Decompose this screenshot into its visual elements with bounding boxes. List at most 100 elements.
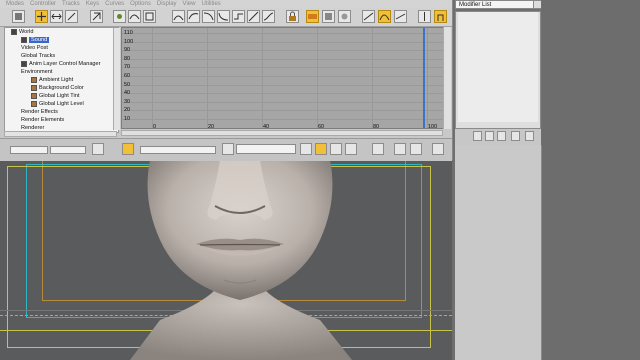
key-field[interactable] xyxy=(10,146,48,154)
tree-item-background-color[interactable]: Background Color xyxy=(31,84,84,92)
tree-item-video-post[interactable]: Video Post xyxy=(21,44,48,52)
tree-item-render-effects[interactable]: Render Effects xyxy=(21,108,58,116)
zoom-values-icon[interactable] xyxy=(345,143,357,155)
selection-set-dropdown[interactable] xyxy=(236,144,296,154)
show-end-result-icon[interactable] xyxy=(485,131,494,141)
modifier-properties xyxy=(455,145,542,360)
zoom-vertical-icon[interactable] xyxy=(330,143,342,155)
hand-pan-icon[interactable] xyxy=(372,143,384,155)
tree-item-global-light-level[interactable]: Global Light Level xyxy=(31,100,84,108)
tangent-step-icon[interactable] xyxy=(232,10,245,23)
menu-item-view[interactable]: View xyxy=(183,0,196,8)
graph-vertical-scrollbar[interactable] xyxy=(443,27,451,129)
controller-tree[interactable]: World Sound Video Post Global Tracks Anim La… xyxy=(4,27,119,133)
tangent-smooth-icon[interactable] xyxy=(262,10,275,23)
graph-horizontal-scrollbar[interactable] xyxy=(121,130,443,136)
x-tick-label: 40 xyxy=(263,124,270,129)
tree-item-sound[interactable]: Sound xyxy=(21,36,50,44)
grid-hline xyxy=(122,67,444,69)
frame-icon[interactable] xyxy=(222,143,234,155)
add-keys-icon[interactable] xyxy=(113,10,126,23)
zoom-icon[interactable] xyxy=(432,143,444,155)
tree-vertical-scrollbar[interactable] xyxy=(113,28,120,130)
lock-selection-icon[interactable] xyxy=(286,10,299,23)
parameter-curve-icon[interactable] xyxy=(378,10,391,23)
tree-item-environment[interactable]: Environment xyxy=(21,68,52,76)
tangent-fast-icon[interactable] xyxy=(202,10,215,23)
menu-item-options[interactable]: Options xyxy=(130,0,151,8)
tree-item-world[interactable]: World xyxy=(11,28,34,36)
move-keys-icon[interactable] xyxy=(35,10,48,23)
grid-vline xyxy=(427,28,428,128)
tree-item-anim-layer-control-manager[interactable]: Anim Layer Control Manager xyxy=(21,60,101,68)
grid-hline xyxy=(122,33,444,34)
value-field[interactable] xyxy=(140,146,216,154)
remove-modifier-icon[interactable] xyxy=(511,131,520,141)
curve-editor-window[interactable]: Modes Controller Tracks Keys Curves Options Di… xyxy=(0,0,453,161)
tangent-auto-icon[interactable] xyxy=(172,10,185,23)
region-tool-icon[interactable] xyxy=(143,10,156,23)
show-tangents-icon[interactable] xyxy=(418,10,431,23)
filters-icon[interactable] xyxy=(12,10,25,23)
configure-sets-icon[interactable] xyxy=(525,131,534,141)
y-tick-label: 100 xyxy=(124,38,134,45)
menu-item-display[interactable]: Display xyxy=(157,0,177,8)
tree-item-label: Render Elements xyxy=(21,117,65,123)
menu-item-modes[interactable]: Modes xyxy=(6,0,24,8)
track-nav-icon[interactable] xyxy=(92,143,104,155)
curve-editor-menubar: Modes Controller Tracks Keys Curves Options Di… xyxy=(0,0,452,8)
chevron-down-icon[interactable] xyxy=(533,1,541,8)
grid-hline xyxy=(122,41,444,43)
x-tick-label: 100 xyxy=(428,124,438,129)
menu-item-keys[interactable]: Keys xyxy=(86,0,99,8)
tree-item-label: World xyxy=(19,29,34,35)
tree-item-global-light-tint[interactable]: Global Light Tint xyxy=(31,92,79,100)
show-keyable-icon[interactable] xyxy=(322,10,335,23)
y-tick-label: 20 xyxy=(124,107,131,114)
layer-icon xyxy=(21,60,27,67)
track-icon xyxy=(31,92,37,99)
menu-item-utilities[interactable]: Utilities xyxy=(201,0,220,8)
menu-item-tracks[interactable]: Tracks xyxy=(62,0,80,8)
make-unique-icon[interactable] xyxy=(497,131,506,141)
lock-key-icon[interactable] xyxy=(338,10,351,23)
menu-item-controller[interactable]: Controller xyxy=(30,0,56,8)
time-field[interactable] xyxy=(50,146,86,154)
scale-keys-icon[interactable] xyxy=(65,10,78,23)
tangent-slow-icon[interactable] xyxy=(217,10,230,23)
tree-item-render-elements[interactable]: Render Elements xyxy=(21,116,64,124)
tree-item-global-tracks[interactable]: Global Tracks xyxy=(21,52,55,60)
tangent-linear-icon[interactable] xyxy=(247,10,260,23)
curve-graph-area[interactable]: 110 100 90 80 70 60 50 40 30 20 10 0 20 40 60 80 100 xyxy=(121,27,445,129)
time-slider-marker[interactable] xyxy=(423,28,425,128)
pan-icon[interactable] xyxy=(300,143,312,155)
slide-keys-icon[interactable] xyxy=(50,10,63,23)
viewport[interactable] xyxy=(0,160,452,360)
track-icon xyxy=(31,76,37,83)
tree-item-ambient-light[interactable]: Ambient Light xyxy=(31,76,73,84)
fit-horizontal-icon[interactable] xyxy=(394,143,406,155)
reduce-keys-icon[interactable] xyxy=(128,10,141,23)
head-model[interactable] xyxy=(120,160,360,360)
grid-hline xyxy=(122,50,444,52)
grid-vline xyxy=(152,28,153,128)
zoom-horizontal-icon[interactable] xyxy=(315,143,327,155)
snap-frames-icon[interactable] xyxy=(306,10,319,23)
grid-hline xyxy=(122,93,444,95)
out-of-range-icon[interactable] xyxy=(362,10,375,23)
pin-stack-icon[interactable] xyxy=(473,131,482,141)
y-tick-label: 30 xyxy=(124,98,131,105)
tree-horizontal-scrollbar[interactable] xyxy=(4,131,117,137)
menu-item-curves[interactable]: Curves xyxy=(105,0,124,8)
tree-item-label: Global Light Tint xyxy=(39,93,80,99)
ease-curve-icon[interactable] xyxy=(394,10,407,23)
zoom-selected-icon[interactable] xyxy=(122,143,134,155)
y-tick-label: 70 xyxy=(124,64,131,71)
modifier-list-dropdown[interactable]: Modifier List xyxy=(455,0,541,9)
draw-curves-icon[interactable] xyxy=(90,10,103,23)
tree-item-label: Anim Layer Control Manager xyxy=(29,61,101,67)
tangent-custom-icon[interactable] xyxy=(187,10,200,23)
modifier-stack-list[interactable] xyxy=(458,12,538,122)
lock-tangents-icon[interactable] xyxy=(434,10,447,23)
fit-vertical-icon[interactable] xyxy=(410,143,422,155)
